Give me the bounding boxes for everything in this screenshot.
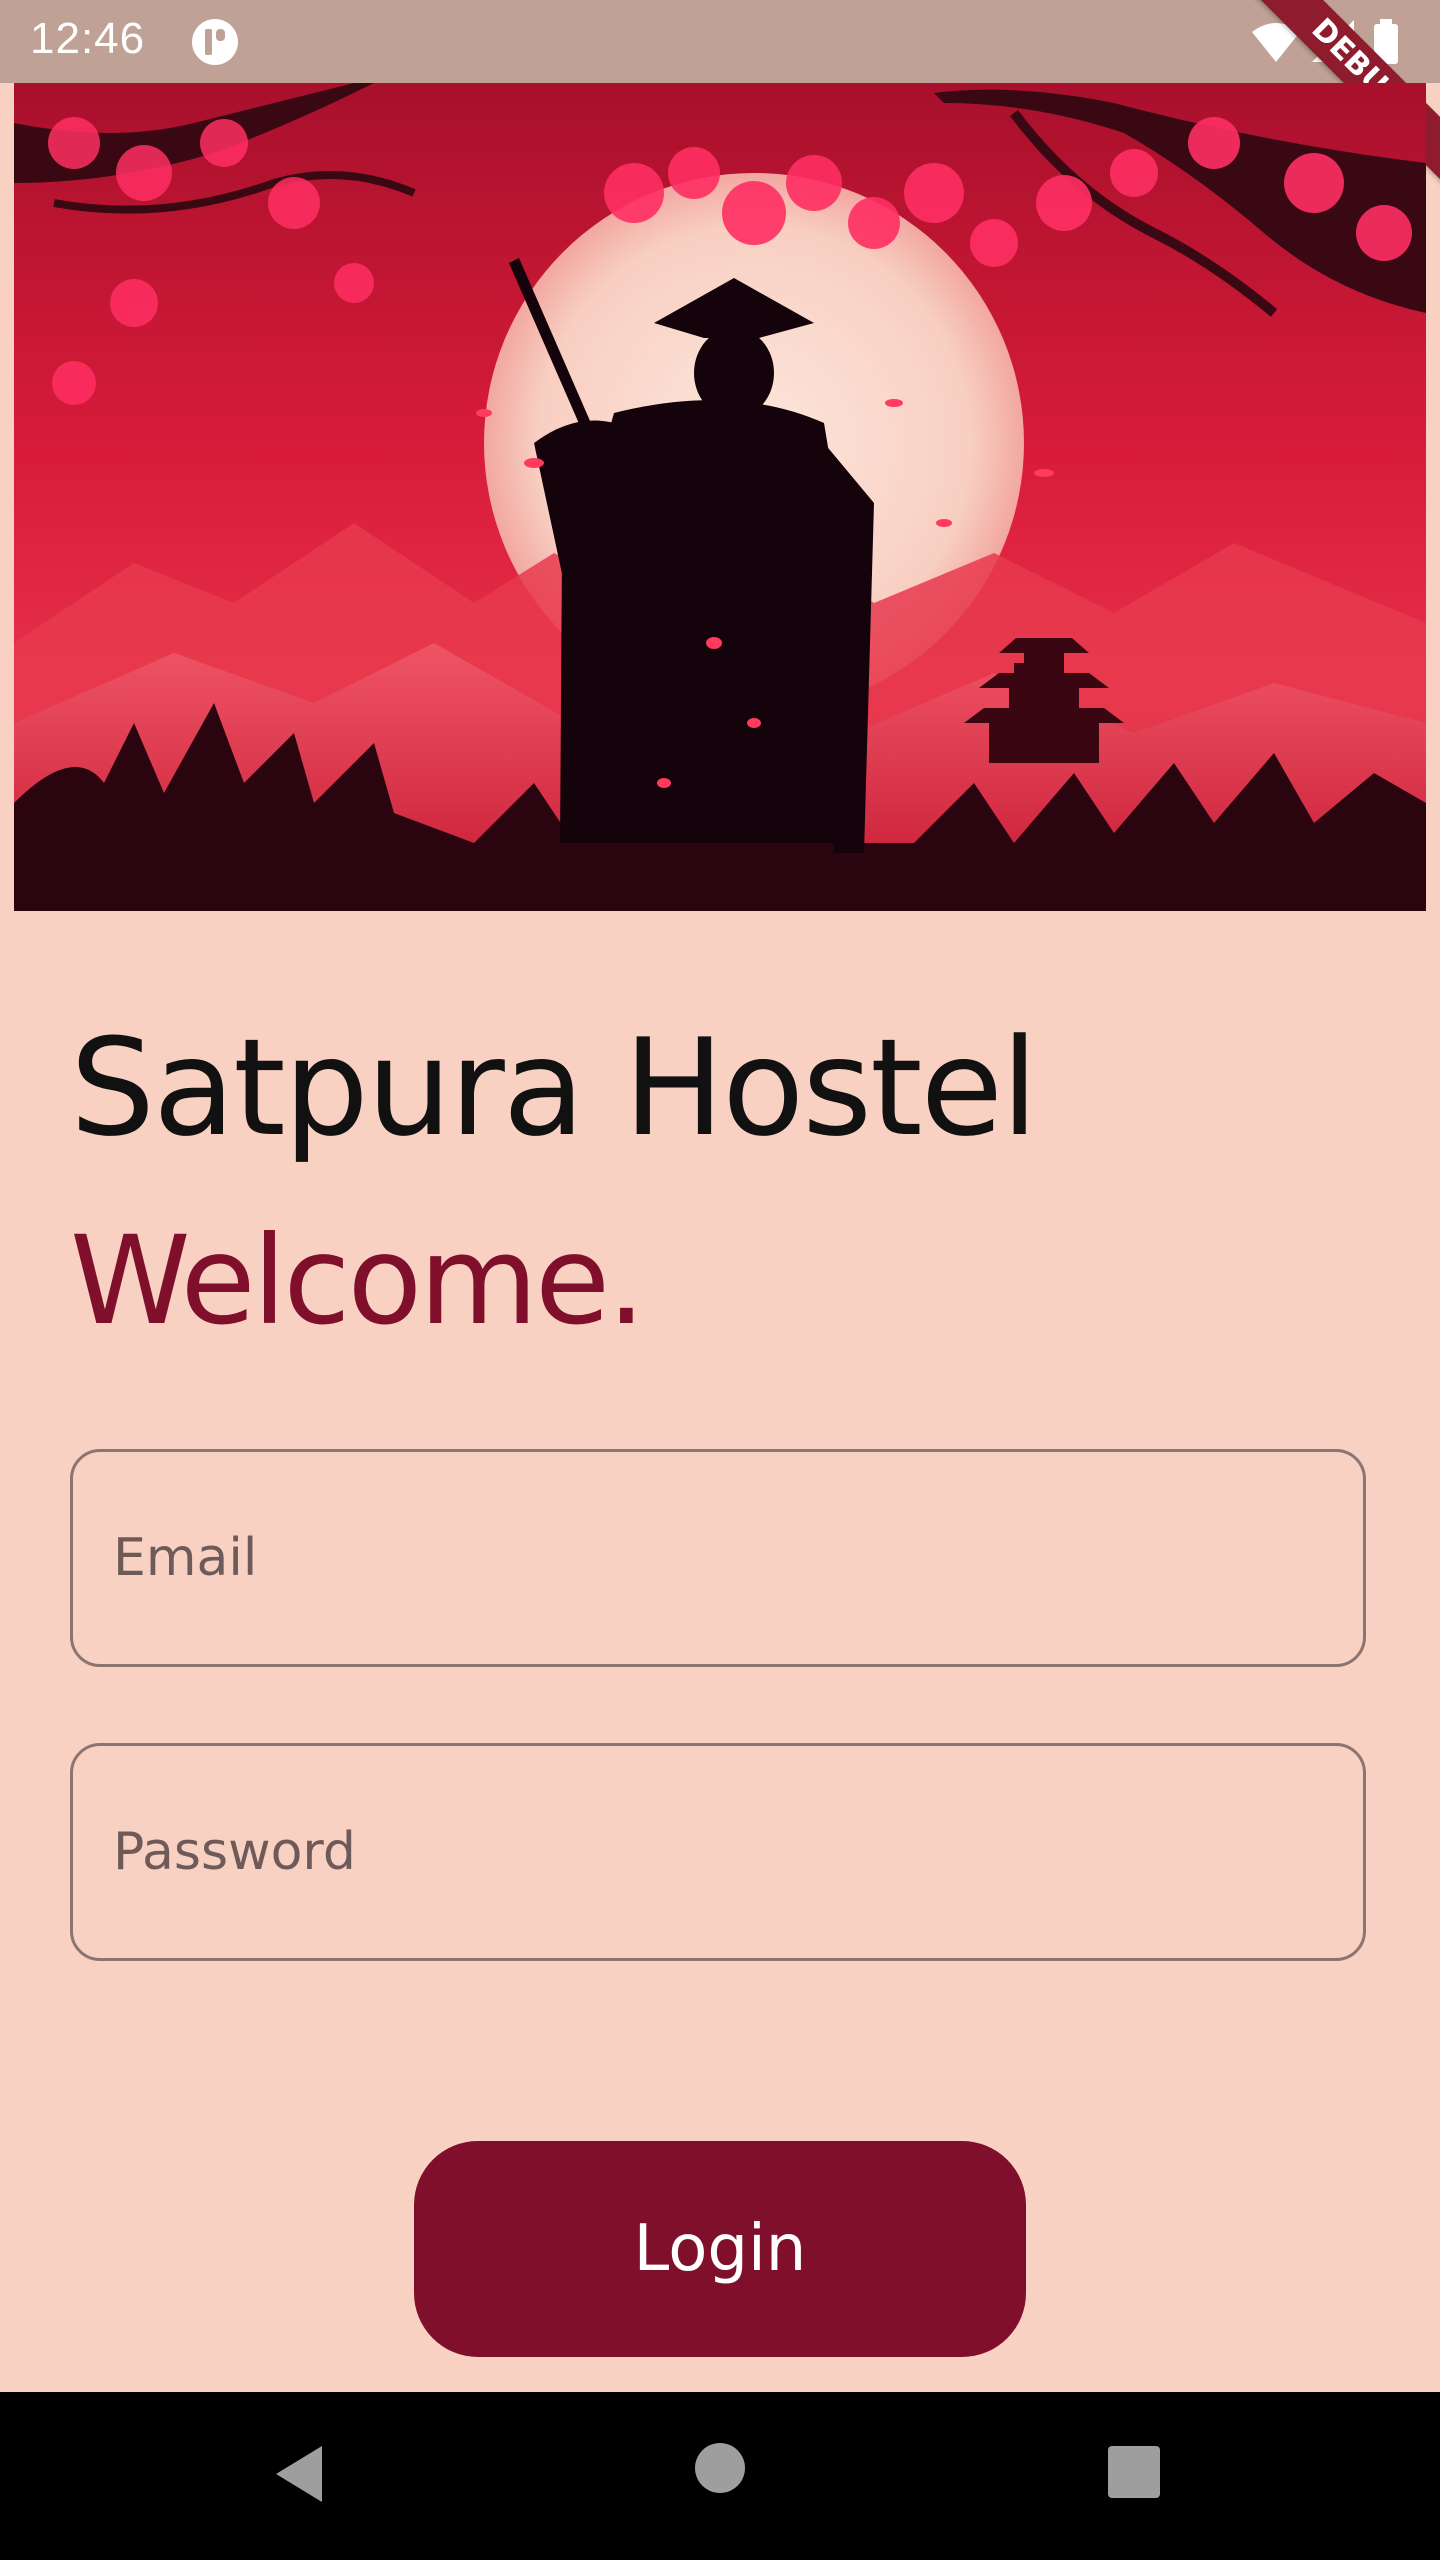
app-notification-icon — [192, 19, 238, 65]
recents-icon[interactable] — [1108, 2446, 1160, 2498]
battery-icon — [1374, 19, 1398, 64]
navigation-bar — [0, 2392, 1440, 2560]
home-icon[interactable] — [694, 2442, 746, 2494]
hero-image — [14, 83, 1426, 911]
email-field[interactable] — [70, 1449, 1366, 1667]
welcome-heading: Welcome. — [70, 1210, 646, 1352]
wifi-icon — [1252, 23, 1300, 62]
login-button[interactable]: Login — [414, 2141, 1026, 2357]
samurai-illustration — [14, 83, 1426, 911]
password-field[interactable] — [70, 1743, 1366, 1961]
status-icons — [1252, 19, 1398, 64]
app-title: Satpura Hostel — [70, 1010, 1038, 1166]
password-input[interactable] — [113, 1746, 1313, 1958]
status-time: 12:46 — [30, 14, 146, 63]
email-input[interactable] — [113, 1452, 1313, 1664]
back-icon[interactable] — [272, 2444, 328, 2504]
signal-icon — [1312, 20, 1354, 62]
status-bar: 12:46 — [0, 0, 1440, 83]
